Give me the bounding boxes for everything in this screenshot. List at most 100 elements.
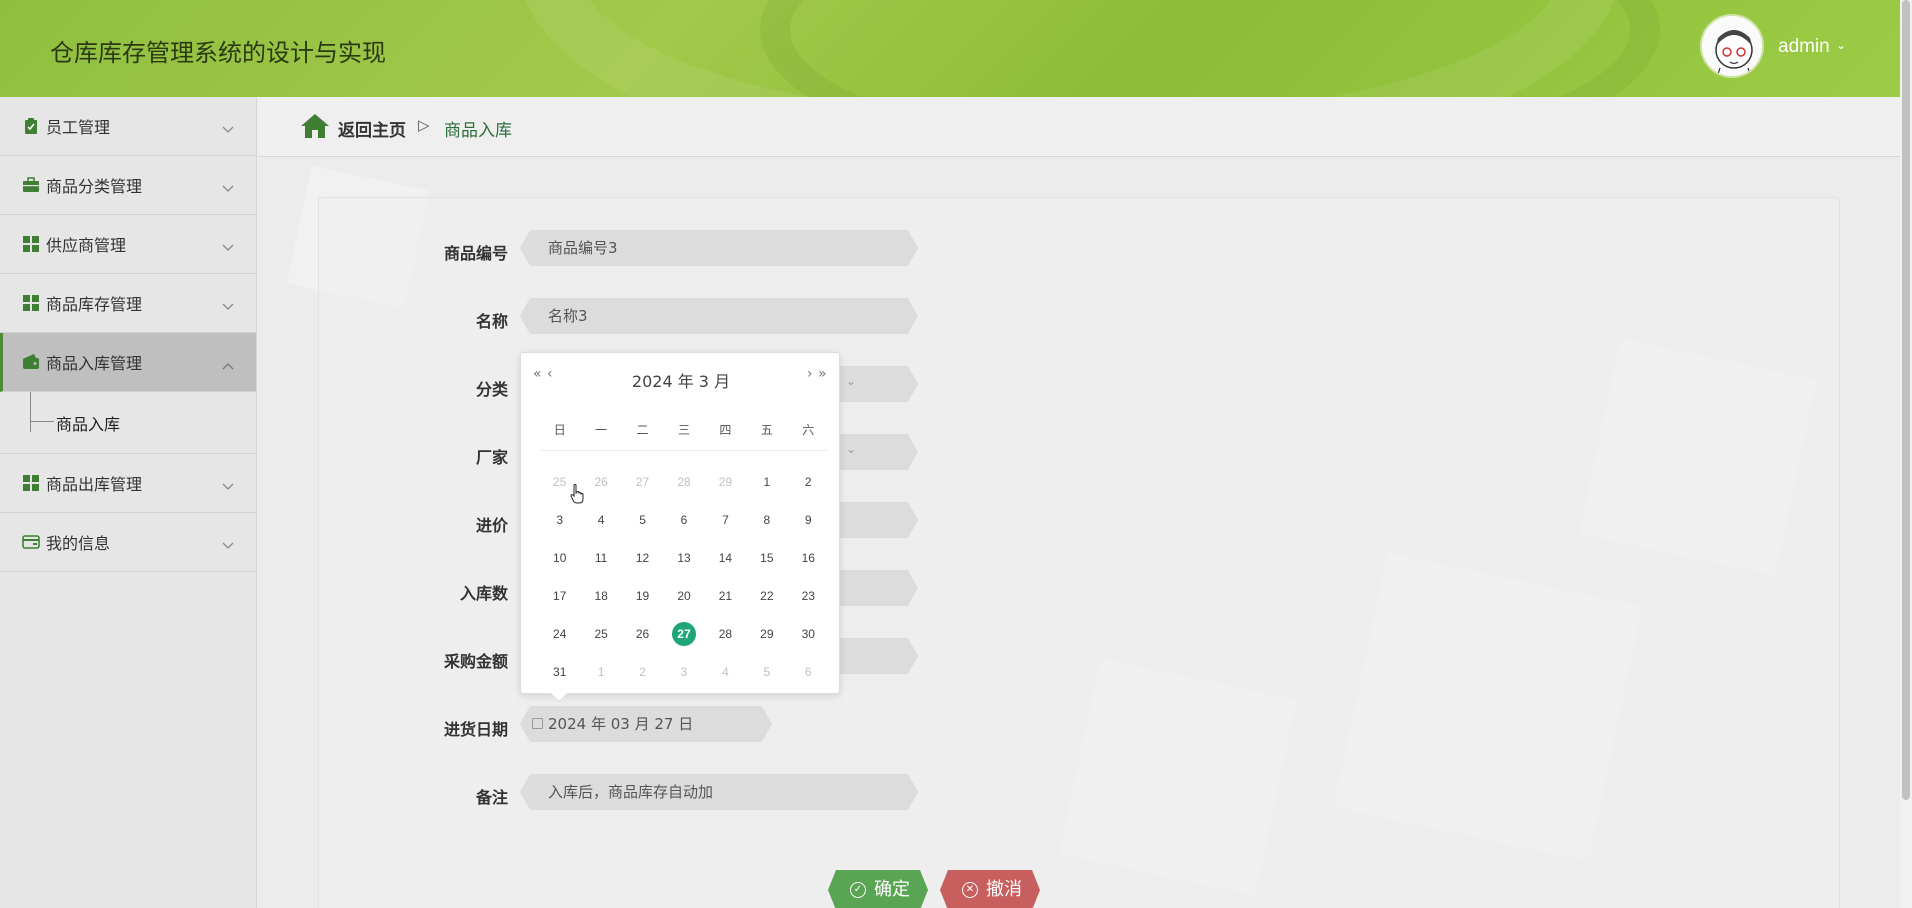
calendar-day[interactable]: 1 — [746, 463, 787, 501]
breadcrumb: 返回主页 ▷ 商品入库 — [258, 97, 1900, 157]
user-menu-label[interactable]: admin — [1778, 36, 1830, 58]
calendar-day[interactable]: 30 — [788, 615, 829, 653]
calendar-day[interactable]: 19 — [622, 577, 663, 615]
calendar-day[interactable]: 28 — [705, 615, 746, 653]
page-scrollbar[interactable] — [1900, 0, 1912, 908]
chevron-down-icon[interactable]: ⌄ — [846, 442, 856, 456]
chevron-down-icon[interactable]: ⌄ — [846, 374, 856, 388]
sidebar-subitem-goods-inbound[interactable]: 商品入库 — [56, 411, 120, 435]
calendar-day[interactable]: 12 — [622, 539, 663, 577]
calendar-day[interactable]: 1 — [580, 653, 621, 691]
grid-icon — [23, 295, 39, 311]
quantity-label: 入库数 — [459, 584, 508, 603]
calendar-day[interactable]: 22 — [746, 577, 787, 615]
sidebar-item-label: 商品出库管理 — [46, 475, 143, 494]
sidebar-item-label: 商品分类管理 — [46, 177, 143, 196]
calendar-day[interactable]: 26 — [580, 463, 621, 501]
calendar-day[interactable]: 11 — [580, 539, 621, 577]
calendar-day[interactable]: 28 — [663, 463, 704, 501]
name-input[interactable]: 名称3 — [520, 298, 918, 334]
home-icon[interactable] — [300, 113, 330, 139]
calendar-day[interactable]: 9 — [788, 501, 829, 539]
tree-line — [30, 392, 31, 432]
sidebar-item-employee[interactable]: 员工管理 — [0, 97, 256, 156]
breadcrumb-home-link[interactable]: 返回主页 — [338, 116, 406, 141]
chevron-up-icon — [222, 355, 234, 374]
grid-icon — [23, 236, 39, 252]
calendar-day[interactable]: 29 — [705, 463, 746, 501]
sidebar-item-label: 我的信息 — [46, 534, 111, 553]
cancel-button[interactable]: ✕ 撤消 — [940, 870, 1040, 908]
sidebar-item-inbound[interactable]: 商品入库管理 — [0, 333, 256, 392]
calendar-day[interactable]: 6 — [663, 501, 704, 539]
calendar-day[interactable]: 24 — [539, 615, 580, 653]
date-input[interactable]: 2024 年 03 月 27 日 — [520, 706, 772, 742]
app-window: 仓库库存管理系统的设计与实现 admin ⌄ 员工管理 商品分类管理 供应商管理… — [0, 0, 1912, 908]
grid-icon — [23, 475, 39, 491]
card-icon — [22, 535, 40, 549]
calendar-day[interactable]: 2 — [622, 653, 663, 691]
calendar-day[interactable]: 10 — [539, 539, 580, 577]
calendar-day-selected[interactable]: 27 — [663, 615, 704, 653]
calendar-day[interactable]: 29 — [746, 615, 787, 653]
main-content: 返回主页 ▷ 商品入库 商品编号 商品编号3 名称 名称3 分类 ⌄ 厂家 ⌄ … — [258, 97, 1900, 908]
breadcrumb-current: 商品入库 — [444, 121, 512, 141]
sidebar-item-profile[interactable]: 我的信息 — [0, 513, 256, 572]
confirm-button[interactable]: ✓ 确定 — [828, 870, 928, 908]
close-circle-icon: ✕ — [962, 882, 978, 898]
avatar[interactable] — [1700, 14, 1764, 78]
calendar-day[interactable]: 3 — [539, 501, 580, 539]
calendar-day[interactable]: 15 — [746, 539, 787, 577]
scrollbar-thumb[interactable] — [1902, 0, 1910, 800]
sidebar-item-label: 员工管理 — [46, 118, 111, 137]
cancel-label: 撤消 — [986, 879, 1022, 900]
calendar-day[interactable]: 3 — [663, 653, 704, 691]
sidebar-item-stock[interactable]: 商品库存管理 — [0, 274, 256, 333]
calendar-day[interactable]: 13 — [663, 539, 704, 577]
calendar-day[interactable]: 21 — [705, 577, 746, 615]
chevron-down-icon — [222, 296, 234, 315]
calendar-day[interactable]: 8 — [746, 501, 787, 539]
calendar-day[interactable]: 23 — [788, 577, 829, 615]
weekday-label: 一 — [595, 423, 608, 437]
calendar-day[interactable]: 20 — [663, 577, 704, 615]
calendar-weekdays: 日 一 二 三 四 五 六 — [539, 421, 829, 451]
calendar-icon — [532, 718, 543, 729]
next-year-button[interactable]: » — [818, 366, 827, 382]
chevron-down-icon[interactable]: ⌄ — [1836, 38, 1846, 52]
calendar-day[interactable]: 14 — [705, 539, 746, 577]
hand-cursor-icon — [570, 484, 584, 504]
calendar-day[interactable]: 4 — [705, 653, 746, 691]
confirm-label: 确定 — [874, 879, 910, 900]
calendar-day[interactable]: 4 — [580, 501, 621, 539]
code-input[interactable]: 商品编号3 — [520, 230, 918, 266]
calendar-day[interactable]: 25 — [580, 615, 621, 653]
submenu-inbound: 商品入库 — [0, 392, 256, 454]
next-month-button[interactable]: › — [807, 366, 813, 382]
chevron-down-icon — [222, 535, 234, 554]
note-label: 备注 — [475, 788, 508, 807]
chevron-down-icon — [222, 178, 234, 197]
calendar-day[interactable]: 16 — [788, 539, 829, 577]
calendar-day[interactable]: 6 — [788, 653, 829, 691]
calendar-day[interactable]: 27 — [622, 463, 663, 501]
amount-label: 采购金额 — [443, 652, 508, 671]
weekday-label: 日 — [553, 423, 566, 437]
calendar-day[interactable]: 17 — [539, 577, 580, 615]
avatar-image — [1715, 30, 1753, 76]
calendar-day[interactable]: 31 — [539, 653, 580, 691]
calendar-day[interactable]: 5 — [746, 653, 787, 691]
calendar-day[interactable]: 7 — [705, 501, 746, 539]
sidebar-item-supplier[interactable]: 供应商管理 — [0, 215, 256, 274]
sidebar-item-outbound[interactable]: 商品出库管理 — [0, 454, 256, 513]
calendar-title[interactable]: 2024 年 3 月 — [521, 368, 841, 392]
category-label: 分类 — [475, 380, 508, 399]
calendar-day[interactable]: 26 — [622, 615, 663, 653]
sidebar-item-category[interactable]: 商品分类管理 — [0, 156, 256, 215]
app-title: 仓库库存管理系统的设计与实现 — [50, 39, 386, 67]
calendar-day[interactable]: 5 — [622, 501, 663, 539]
note-input[interactable]: 入库后，商品库存自动加 — [520, 774, 918, 810]
calendar-day[interactable]: 2 — [788, 463, 829, 501]
calendar-day[interactable]: 18 — [580, 577, 621, 615]
tree-line — [30, 421, 54, 422]
